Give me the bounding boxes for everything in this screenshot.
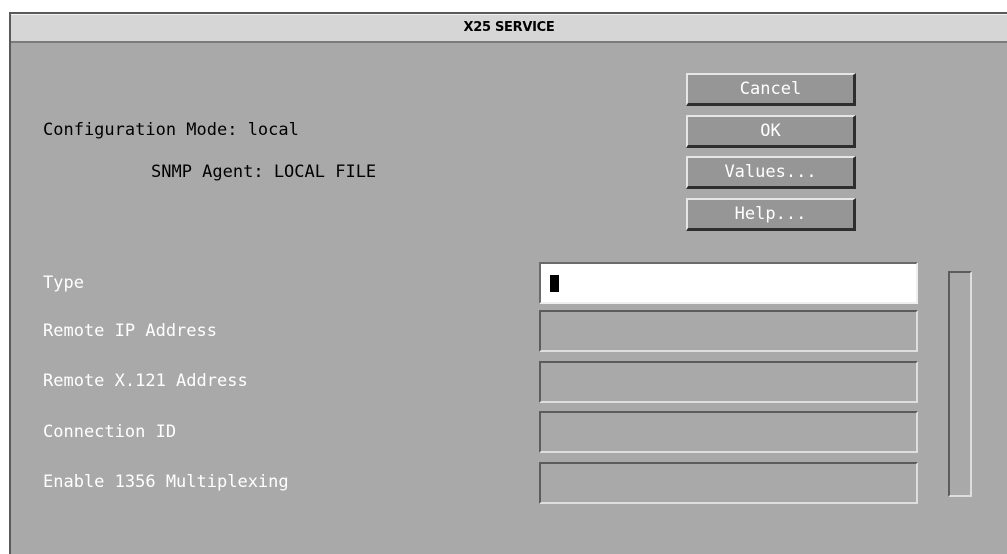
title-bar[interactable]: X25 SERVICE: [11, 14, 1007, 43]
configuration-mode-text: Configuration Mode: local: [43, 120, 299, 140]
values-button[interactable]: Values...: [686, 156, 856, 189]
dialog-body: X25 SERVICE Configuration Mode: local SN…: [9, 12, 1007, 554]
enable-1356-multiplexing-label: Enable 1356 Multiplexing: [43, 472, 289, 492]
x25-service-window: X25 SERVICE Configuration Mode: local SN…: [0, 0, 1007, 554]
vertical-scrollbar[interactable]: [948, 271, 972, 497]
snmp-agent-text: SNMP Agent: LOCAL FILE: [151, 162, 377, 182]
enable-1356-multiplexing-input[interactable]: [539, 462, 918, 504]
connection-id-label: Connection ID: [43, 422, 177, 442]
window-title: X25 SERVICE: [463, 20, 555, 35]
remote-x121-address-label: Remote X.121 Address: [43, 371, 248, 391]
remote-ip-address-input[interactable]: [539, 310, 918, 352]
ok-button[interactable]: OK: [686, 115, 856, 148]
remote-x121-address-input[interactable]: [539, 361, 918, 403]
connection-id-input[interactable]: [539, 411, 918, 453]
type-label: Type: [43, 273, 84, 293]
cancel-button[interactable]: Cancel: [686, 73, 856, 106]
help-button[interactable]: Help...: [686, 198, 856, 231]
remote-ip-address-label: Remote IP Address: [43, 321, 217, 341]
text-cursor: [550, 275, 559, 292]
type-input[interactable]: [539, 262, 918, 304]
